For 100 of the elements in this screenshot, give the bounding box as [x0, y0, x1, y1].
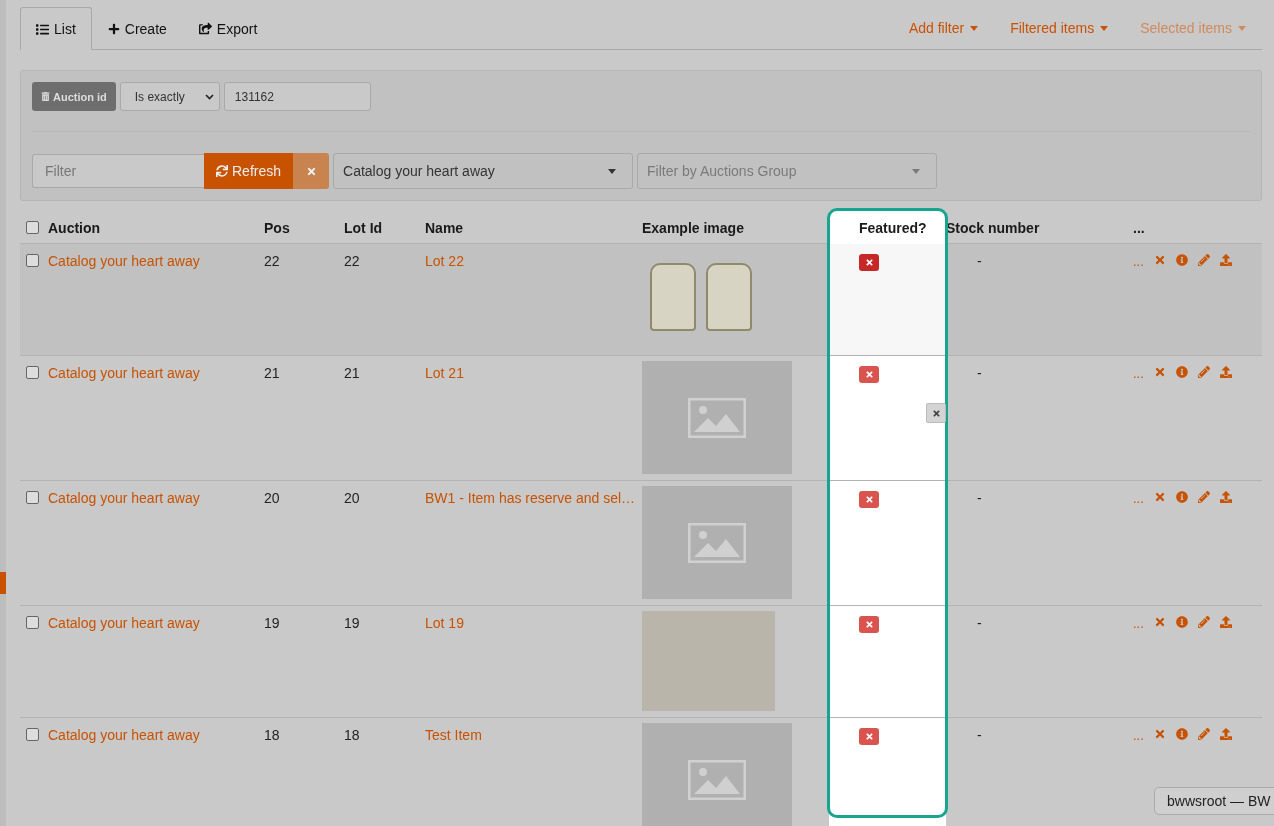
column-header: Pos [264, 218, 291, 238]
caret-icon [970, 25, 979, 31]
table-cell: 19 [264, 615, 280, 631]
column-header: Example image [642, 218, 745, 238]
tab[interactable]: List [20, 7, 92, 50]
featured-toggle[interactable] [859, 254, 879, 271]
info-icon[interactable] [1175, 254, 1188, 266]
table-cell: 18 [264, 727, 280, 743]
info-icon[interactable] [1175, 491, 1188, 503]
auction-link[interactable]: Catalog your heart away [48, 365, 200, 381]
edit-icon[interactable] [1197, 366, 1210, 378]
upload-icon[interactable] [1219, 491, 1232, 503]
close-button[interactable] [926, 403, 946, 423]
column-header: Lot Id [344, 218, 384, 238]
cross-icon [864, 258, 874, 267]
delete-icon[interactable] [1153, 254, 1166, 266]
trash-icon [41, 92, 50, 101]
auction-link[interactable]: Catalog your heart away [48, 727, 200, 743]
value-field[interactable]: 131162 [223, 82, 371, 111]
column-header: Featured? [829, 211, 946, 244]
more-link[interactable]: ... [1133, 616, 1144, 631]
tab[interactable]: Create [91, 7, 183, 49]
chevron-icon [204, 93, 214, 100]
tooltip: bwwsroot — BW [1154, 787, 1274, 815]
close-icon [931, 408, 941, 418]
checkbox[interactable] [26, 728, 39, 741]
checkbox[interactable] [26, 491, 39, 504]
table-cell: - [977, 365, 982, 381]
featured-toggle[interactable] [859, 616, 879, 633]
delete-icon[interactable] [1153, 616, 1166, 628]
list-icon [36, 22, 49, 36]
more-link[interactable]: ... [1133, 366, 1144, 381]
featured-toggle[interactable] [859, 491, 879, 508]
table-cell: - [977, 490, 982, 506]
checkbox[interactable] [26, 366, 39, 379]
table-cell: 21 [264, 365, 280, 381]
upload-icon[interactable] [1219, 254, 1232, 266]
table-cell: 20 [344, 490, 360, 506]
table-cell: - [977, 615, 982, 631]
caret-icon [912, 168, 921, 174]
more-link[interactable]: ... [1133, 728, 1144, 743]
image-icon [688, 522, 746, 563]
menu-dropdown[interactable]: Add filter [892, 7, 995, 49]
table-cell: 22 [344, 253, 360, 269]
upload-icon[interactable] [1219, 616, 1232, 628]
group-select[interactable]: Filter by Auctions Group [637, 153, 938, 189]
plus-icon [107, 22, 120, 35]
featured-toggle[interactable] [859, 728, 879, 745]
table-cell: - [977, 253, 982, 269]
info-icon[interactable] [1175, 728, 1188, 740]
operator-select[interactable]: Is exactly [119, 82, 220, 111]
menu-dropdown[interactable]: Filtered items [994, 7, 1125, 49]
table-cell: 18 [344, 727, 360, 743]
lot-link[interactable]: Lot 22 [425, 253, 464, 269]
table-cell: 19 [344, 615, 360, 631]
checkbox[interactable] [26, 254, 39, 267]
delete-icon[interactable] [1153, 728, 1166, 740]
auction-link[interactable]: Catalog your heart away [48, 615, 200, 631]
column-header: Auction [48, 218, 102, 238]
refresh-button[interactable]: Refresh [204, 153, 294, 189]
more-link[interactable]: ... [1133, 254, 1144, 269]
table-cell: 21 [344, 365, 360, 381]
lot-link[interactable]: BW1 - Item has reserve and sel… [425, 490, 636, 506]
edit-icon[interactable] [1197, 254, 1210, 266]
lot-link[interactable]: Lot 21 [425, 365, 464, 381]
share-icon [198, 22, 212, 35]
checkbox[interactable] [26, 616, 39, 629]
cross-icon [864, 370, 874, 379]
edit-icon[interactable] [1197, 728, 1210, 740]
cross-icon [864, 732, 874, 741]
auction-link[interactable]: Catalog your heart away [48, 253, 200, 269]
info-icon[interactable] [1175, 616, 1188, 628]
delete-icon[interactable] [1153, 491, 1166, 503]
lot-link[interactable]: Lot 19 [425, 615, 464, 631]
filter-chip[interactable]: Auction id [32, 82, 116, 111]
auction-link[interactable]: Catalog your heart away [48, 490, 200, 506]
upload-icon[interactable] [1219, 728, 1232, 740]
edit-icon[interactable] [1197, 491, 1210, 503]
delete-icon[interactable] [1153, 366, 1166, 378]
table-cell: - [977, 727, 982, 743]
caret-icon [1238, 25, 1246, 31]
upload-icon[interactable] [1219, 366, 1232, 378]
table-cell: 20 [264, 490, 280, 506]
caret-icon [1100, 25, 1109, 31]
edit-icon[interactable] [1197, 616, 1210, 628]
info-icon[interactable] [1175, 366, 1188, 378]
column-header: ... [1133, 218, 1146, 238]
filter-field[interactable]: Filter [32, 154, 204, 188]
close-icon [305, 165, 317, 177]
auction-select[interactable]: Catalog your heart away [333, 153, 634, 189]
clear-button[interactable] [293, 153, 330, 189]
checkbox[interactable] [26, 221, 39, 234]
cross-icon [864, 495, 874, 504]
featured-toggle[interactable] [859, 366, 879, 383]
more-link[interactable]: ... [1133, 491, 1144, 506]
tab[interactable]: Export [182, 7, 274, 49]
refresh-icon [216, 165, 228, 177]
cross-icon [864, 620, 874, 629]
lot-link[interactable]: Test Item [425, 727, 482, 743]
column-header: Stock number [946, 218, 1041, 238]
